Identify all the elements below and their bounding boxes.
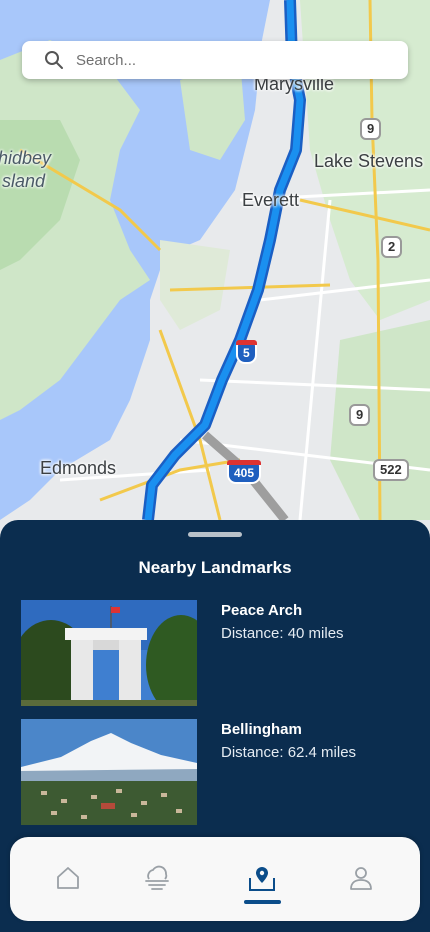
landmark-distance: Distance: 62.4 miles xyxy=(221,744,357,761)
landmark-card-bellingham[interactable]: Bellingham Distance: 62.4 miles xyxy=(21,719,411,825)
nav-profile[interactable] xyxy=(344,861,378,895)
sheet-title: Nearby Landmarks xyxy=(138,558,292,577)
nav-home[interactable] xyxy=(51,861,85,895)
nav-map[interactable] xyxy=(245,861,279,895)
search-icon xyxy=(45,51,63,69)
route-shield-i405: 405 xyxy=(227,460,262,484)
home-icon xyxy=(57,867,79,889)
profile-icon xyxy=(350,867,372,890)
landmark-image-bellingham xyxy=(21,719,197,825)
search-bar[interactable] xyxy=(22,41,408,79)
map-view[interactable]: Marysville Lake Stevens Everett hidbey s… xyxy=(0,0,430,560)
bottom-nav xyxy=(10,837,420,921)
route-shield-sr522: 522 xyxy=(373,459,409,481)
map-label-island: sland xyxy=(2,171,46,191)
nav-active-indicator xyxy=(244,900,281,904)
landmark-name: Bellingham xyxy=(221,721,302,738)
route-shield-sr9-south: 9 xyxy=(349,404,371,426)
search-input[interactable] xyxy=(76,51,376,69)
route-shield-i5: 5 xyxy=(236,340,257,364)
map-label-whidbey: hidbey xyxy=(0,148,52,168)
route-shield-us2: 2 xyxy=(381,236,403,258)
sheet-drag-handle[interactable] xyxy=(188,532,242,537)
map-label-lake-stevens: Lake Stevens xyxy=(314,151,424,171)
route-shield-sr9: 9 xyxy=(360,118,382,140)
landmark-image-peace-arch xyxy=(21,600,197,706)
nav-weather[interactable] xyxy=(140,861,174,895)
map-label-everett: Everett xyxy=(242,190,300,210)
map-pin-icon xyxy=(249,867,275,891)
map-label-edmonds: Edmonds xyxy=(40,458,117,478)
landmark-card-peace-arch[interactable]: Peace Arch Distance: 40 miles xyxy=(21,600,411,706)
landmark-name: Peace Arch xyxy=(221,602,303,619)
weather-icon xyxy=(145,865,169,890)
landmark-distance: Distance: 40 miles xyxy=(221,625,344,642)
